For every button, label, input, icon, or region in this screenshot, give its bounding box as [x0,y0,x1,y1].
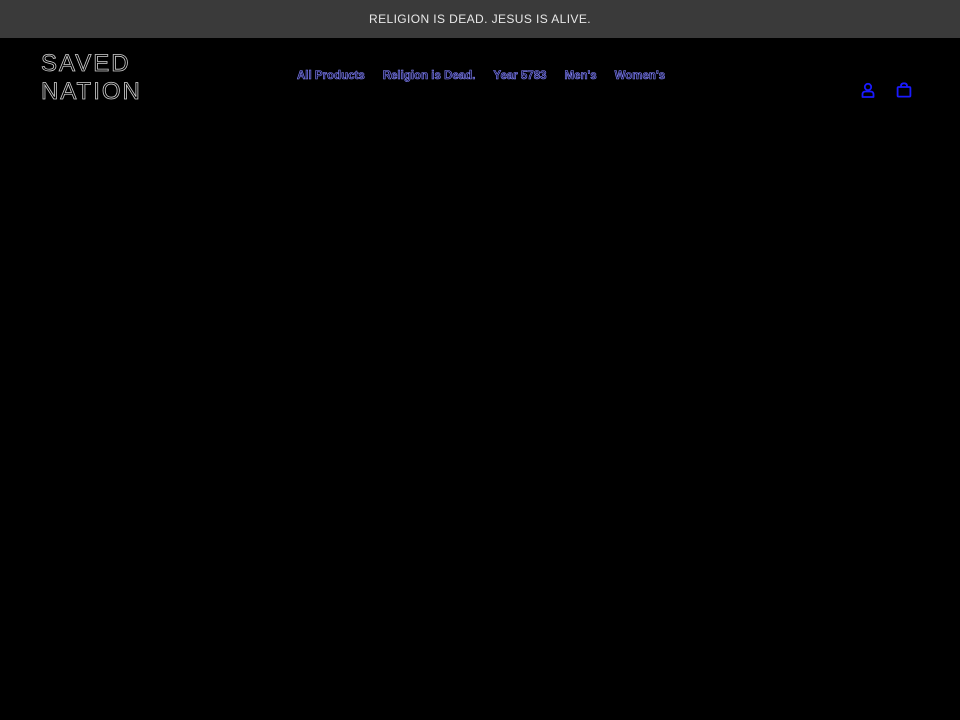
logo-line-1: SAVED [41,50,131,78]
logo-line-2: NATION [41,78,142,106]
announcement-text: RELIGION IS DEAD. JESUS IS ALIVE. [369,12,591,26]
main-content [0,120,960,720]
cart-icon[interactable] [894,80,914,100]
nav-link-mens[interactable]: Men's [564,70,597,83]
nav-link-religion-is-dead[interactable]: Religion is Dead. [382,70,475,83]
account-icon[interactable] [858,80,878,100]
nav-link-year-5783[interactable]: Year 5783 [493,70,547,83]
site-header: SAVED NATION All Products Religion is De… [0,38,960,120]
header-icons [858,80,914,100]
main-nav: All Products Religion is Dead. Year 5783… [297,70,666,83]
nav-link-all-products[interactable]: All Products [297,70,365,83]
site-logo[interactable]: SAVED NATION [41,50,161,106]
nav-link-womens[interactable]: Women's [614,70,665,83]
announcement-bar: RELIGION IS DEAD. JESUS IS ALIVE. [0,0,960,38]
